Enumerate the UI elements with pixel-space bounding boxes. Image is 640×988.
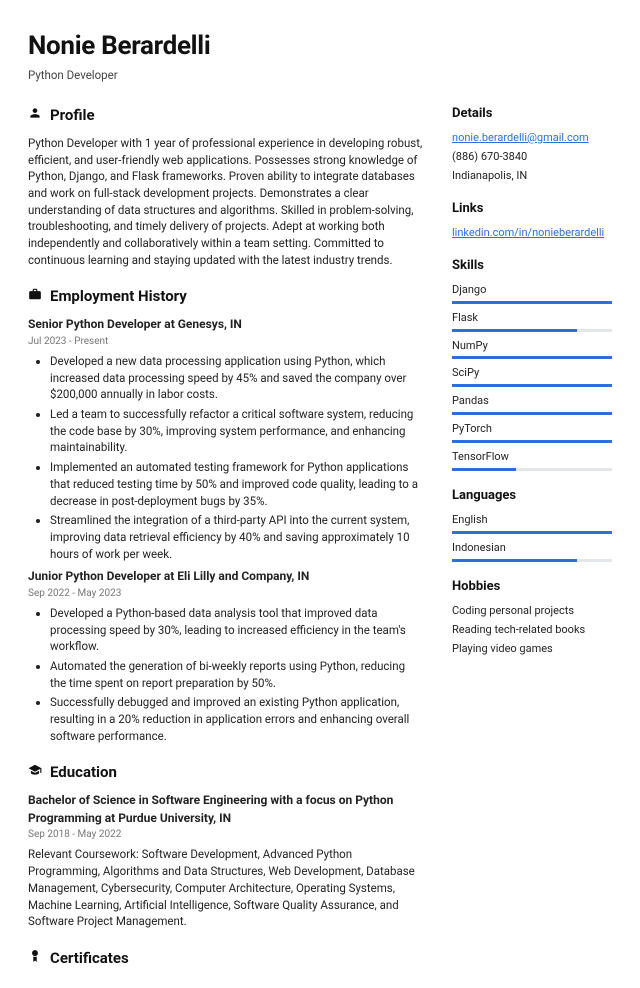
job-dates: Jul 2023 - Present bbox=[28, 335, 424, 350]
profile-heading-text: Profile bbox=[50, 105, 95, 127]
skill-bar-fill bbox=[452, 412, 612, 415]
ribbon-icon bbox=[28, 948, 42, 970]
education-dates: Sep 2018 - May 2022 bbox=[28, 828, 424, 843]
location-text: Indianapolis, IN bbox=[452, 168, 612, 184]
skill-bar-fill bbox=[452, 329, 577, 332]
job-bullet: Streamlined the integration of a third-p… bbox=[50, 512, 424, 562]
certificates-heading: Certificates bbox=[28, 948, 424, 970]
skill-item: Pandas bbox=[452, 393, 612, 415]
employment-heading-text: Employment History bbox=[50, 286, 187, 308]
skill-item: SciPy bbox=[452, 365, 612, 387]
job-bullet: Automated the generation of bi-weekly re… bbox=[50, 658, 424, 691]
graduation-cap-icon bbox=[28, 762, 42, 784]
language-item: Indonesian bbox=[452, 540, 612, 562]
language-item: English bbox=[452, 512, 612, 534]
header: Nonie Berardelli Python Developer bbox=[28, 28, 612, 83]
skill-bar-fill bbox=[452, 440, 612, 443]
skill-name: Django bbox=[452, 282, 612, 298]
job-bullet: Successfully debugged and improved an ex… bbox=[50, 694, 424, 744]
education-description: Relevant Coursework: Software Developmen… bbox=[28, 846, 424, 929]
job-bullet: Led a team to successfully refactor a cr… bbox=[50, 406, 424, 456]
certificates-section: Certificates bbox=[28, 948, 424, 970]
job-entry: Junior Python Developer at Eli Lilly and… bbox=[28, 568, 424, 744]
skill-name: SciPy bbox=[452, 365, 612, 381]
hobbies-list: Coding personal projects Reading tech-rel… bbox=[452, 603, 612, 657]
skill-bar bbox=[452, 440, 612, 443]
phone-text: (886) 670-3840 bbox=[452, 149, 612, 165]
details-heading: Details bbox=[452, 105, 612, 124]
hobby-item: Playing video games bbox=[452, 641, 612, 657]
skill-item: NumPy bbox=[452, 338, 612, 360]
skill-bar bbox=[452, 356, 612, 359]
skill-name: NumPy bbox=[452, 338, 612, 354]
job-bullet: Developed a Python-based data analysis t… bbox=[50, 605, 424, 655]
job-dates: Sep 2022 - May 2023 bbox=[28, 587, 424, 602]
language-name: English bbox=[452, 512, 612, 528]
education-degree: Bachelor of Science in Software Engineer… bbox=[28, 792, 424, 827]
languages-section: Languages English Indonesian bbox=[452, 487, 612, 562]
job-bullets: Developed a Python-based data analysis t… bbox=[28, 605, 424, 744]
languages-list: English Indonesian bbox=[452, 512, 612, 562]
links-heading: Links bbox=[452, 200, 612, 219]
profile-text: Python Developer with 1 year of professi… bbox=[28, 135, 424, 268]
jobs-list: Senior Python Developer at Genesys, IN Ju… bbox=[28, 316, 424, 744]
job-bullet: Implemented an automated testing framewo… bbox=[50, 459, 424, 509]
employment-section: Employment History Senior Python Develop… bbox=[28, 286, 424, 744]
email-link[interactable]: nonie.berardelli@gmail.com bbox=[452, 131, 589, 144]
skills-section: Skills Django Flask NumPy SciPy Pandas PyTorc… bbox=[452, 257, 612, 471]
education-heading-text: Education bbox=[50, 762, 117, 784]
links-list: linkedin.com/in/nonieberardelli bbox=[452, 225, 612, 241]
profile-heading: Profile bbox=[28, 105, 424, 127]
job-title: Junior Python Developer at Eli Lilly and… bbox=[28, 568, 424, 585]
details-section: Details nonie.berardelli@gmail.com (886)… bbox=[452, 105, 612, 184]
job-bullet: Developed a new data processing applicat… bbox=[50, 353, 424, 403]
briefcase-icon bbox=[28, 286, 42, 308]
skills-heading: Skills bbox=[452, 257, 612, 276]
skill-bar bbox=[452, 412, 612, 415]
skill-bar-fill bbox=[452, 384, 612, 387]
language-bar bbox=[452, 559, 612, 562]
links-section: Links linkedin.com/in/nonieberardelli bbox=[452, 200, 612, 241]
skill-bar bbox=[452, 329, 612, 332]
language-bar bbox=[452, 531, 612, 534]
job-entry: Senior Python Developer at Genesys, IN Ju… bbox=[28, 316, 424, 562]
hobbies-section: Hobbies Coding personal projects Reading … bbox=[452, 578, 612, 657]
skill-item: Flask bbox=[452, 310, 612, 332]
skill-bar bbox=[452, 384, 612, 387]
skill-bar-fill bbox=[452, 468, 516, 471]
skill-item: TensorFlow bbox=[452, 449, 612, 471]
content-columns: Profile Python Developer with 1 year of … bbox=[28, 105, 612, 987]
skill-name: Pandas bbox=[452, 393, 612, 409]
main-column: Profile Python Developer with 1 year of … bbox=[28, 105, 424, 987]
language-bar-fill bbox=[452, 559, 577, 562]
full-name: Nonie Berardelli bbox=[28, 28, 612, 66]
sidebar: Details nonie.berardelli@gmail.com (886)… bbox=[452, 105, 612, 987]
languages-heading: Languages bbox=[452, 487, 612, 506]
person-icon bbox=[28, 105, 42, 127]
skill-bar bbox=[452, 301, 612, 304]
skills-list: Django Flask NumPy SciPy Pandas PyTorch Tensor… bbox=[452, 282, 612, 472]
job-title-header: Python Developer bbox=[28, 67, 612, 84]
skill-bar-fill bbox=[452, 301, 612, 304]
skill-bar bbox=[452, 468, 612, 471]
skill-item: Django bbox=[452, 282, 612, 304]
hobby-item: Coding personal projects bbox=[452, 603, 612, 619]
job-bullets: Developed a new data processing applicat… bbox=[28, 353, 424, 562]
hobby-item: Reading tech-related books bbox=[452, 622, 612, 638]
skill-item: PyTorch bbox=[452, 421, 612, 443]
language-name: Indonesian bbox=[452, 540, 612, 556]
language-bar-fill bbox=[452, 531, 612, 534]
employment-heading: Employment History bbox=[28, 286, 424, 308]
profile-section: Profile Python Developer with 1 year of … bbox=[28, 105, 424, 268]
hobbies-heading: Hobbies bbox=[452, 578, 612, 597]
skill-name: PyTorch bbox=[452, 421, 612, 437]
skill-bar-fill bbox=[452, 356, 612, 359]
education-heading: Education bbox=[28, 762, 424, 784]
job-title: Senior Python Developer at Genesys, IN bbox=[28, 316, 424, 333]
certificates-heading-text: Certificates bbox=[50, 948, 129, 970]
external-link[interactable]: linkedin.com/in/nonieberardelli bbox=[452, 226, 604, 239]
skill-name: Flask bbox=[452, 310, 612, 326]
skill-name: TensorFlow bbox=[452, 449, 612, 465]
